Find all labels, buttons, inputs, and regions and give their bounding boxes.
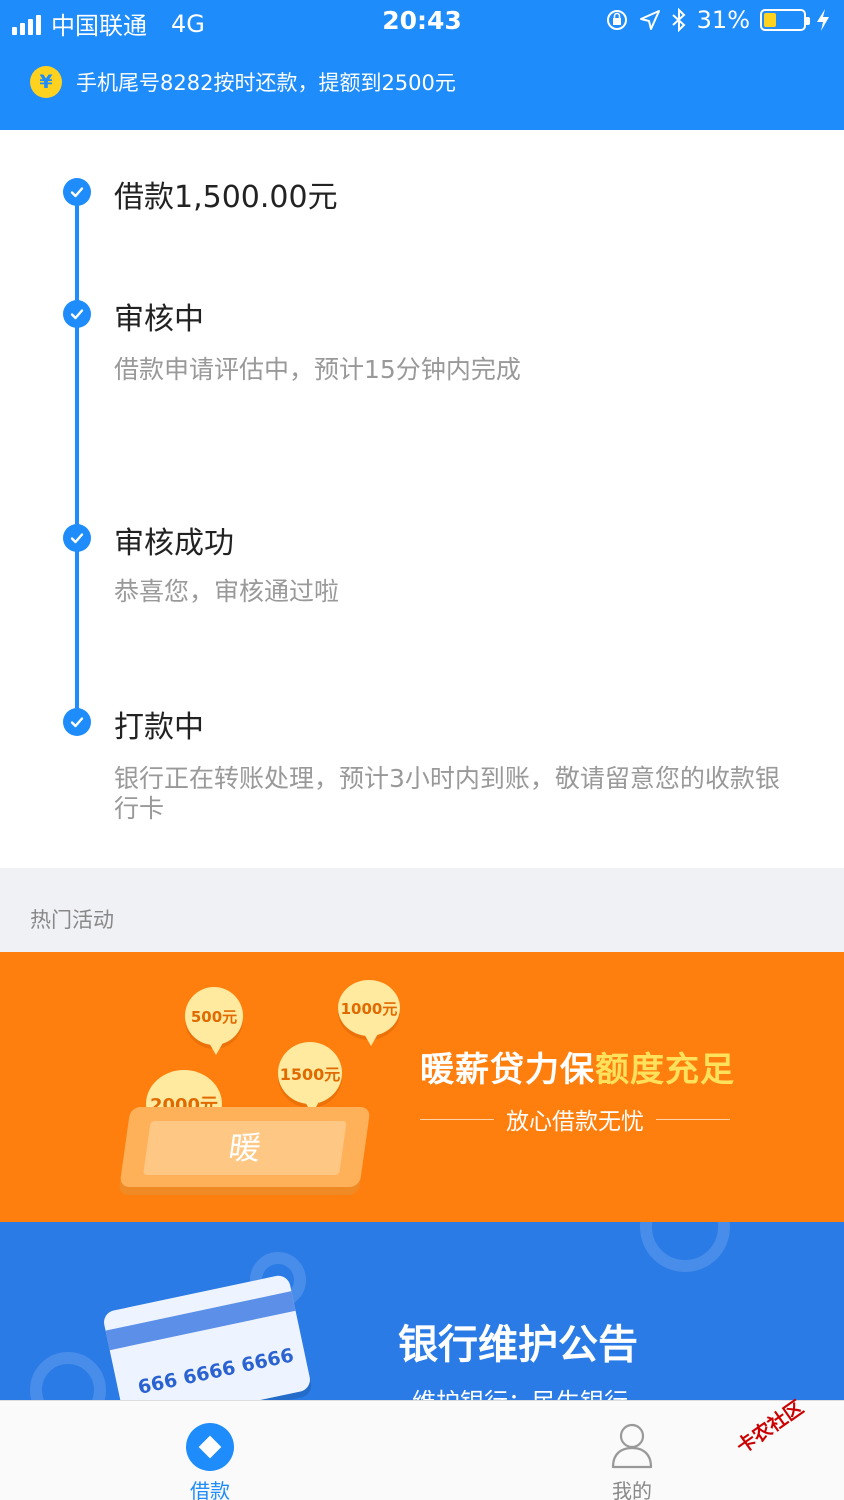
- notice-text: 手机尾号8282按时还款，提额到2500元: [76, 71, 456, 95]
- user-icon: [611, 1423, 653, 1469]
- maintenance-title: 银行维护公告: [398, 1322, 638, 1368]
- loan-icon: [186, 1423, 234, 1471]
- section-title: 热门活动: [30, 908, 114, 932]
- card-strip: [105, 1291, 296, 1351]
- loan-progress-timeline: 借款1,500.00元 审核中 借款申请评估中，预计15分钟内完成 审核成功 恭…: [0, 130, 844, 868]
- promo-subtitle-text: 放心借款无忧: [506, 1109, 644, 1135]
- divider: [420, 1118, 494, 1120]
- promo-subtitle: 放心借款无忧: [420, 1102, 730, 1136]
- status-right: 31%: [605, 6, 830, 34]
- tab-me-label: 我的: [612, 1479, 652, 1500]
- battery-percent: 31%: [696, 6, 750, 34]
- amount-bubble: 500元: [185, 987, 243, 1055]
- step-title: 借款1,500.00元: [114, 180, 338, 215]
- charging-icon: [817, 9, 829, 31]
- amount-bubble: 1000元: [338, 980, 400, 1046]
- divider: [656, 1118, 730, 1120]
- step-title: 审核成功: [114, 526, 234, 561]
- bank-card-illustration: 666 6666 6666: [101, 1273, 313, 1400]
- location-icon: [639, 10, 660, 30]
- promo-title-highlight: 额度充足: [595, 1050, 735, 1090]
- timeline-line: [75, 192, 79, 722]
- tab-loan-label: 借款: [190, 1479, 230, 1500]
- check-icon: [63, 178, 91, 206]
- step-description: 银行正在转账处理，预计3小时内到账，敬请留意您的收款银行卡: [114, 764, 780, 823]
- tablet-illustration: 暖: [119, 1107, 371, 1187]
- yen-icon: ¥: [30, 66, 62, 98]
- promo-title-main: 暖薪贷力保: [420, 1050, 595, 1090]
- maintenance-subtitle: 维护银行：民生银行: [412, 1382, 628, 1400]
- amount-bubble: 1500元: [278, 1042, 342, 1114]
- status-bar: 中国联通 4G 20:43 31%: [0, 0, 844, 44]
- rotation-lock-icon: [606, 10, 627, 30]
- repayment-notice[interactable]: ¥ 手机尾号8282按时还款，提额到2500元: [30, 66, 456, 98]
- check-icon: [63, 300, 91, 328]
- tab-loan[interactable]: 借款: [150, 1401, 270, 1500]
- tablet-screen: 暖: [143, 1121, 347, 1175]
- bluetooth-icon: [671, 8, 686, 32]
- maintenance-banner[interactable]: 666 6666 6666 银行维护公告 维护银行：民生银行: [0, 1222, 844, 1400]
- tab-me[interactable]: 我的: [572, 1401, 692, 1500]
- step-title: 打款中: [114, 710, 204, 745]
- bottom-tab-bar: 借款 我的: [0, 1400, 844, 1500]
- promo-banner[interactable]: 500元 1000元 1500元 2000元 暖 暖薪贷力保额度充足 放心借款无…: [0, 952, 844, 1222]
- check-icon: [63, 524, 91, 552]
- battery-icon: [760, 9, 810, 31]
- gear-icon: [30, 1352, 106, 1400]
- hot-activities-header: 热门活动: [0, 868, 844, 952]
- promo-title: 暖薪贷力保额度充足: [420, 1042, 735, 1091]
- gear-icon: [640, 1222, 730, 1272]
- step-title: 审核中: [114, 302, 204, 337]
- step-description: 恭喜您，审核通过啦: [114, 577, 340, 606]
- check-icon: [63, 708, 91, 736]
- header-bar: 中国联通 4G 20:43 31% ¥ 手机尾号8282按时还款，提额到2500…: [0, 0, 844, 130]
- card-number: 666 6666 6666: [135, 1344, 296, 1399]
- step-description: 借款申请评估中，预计15分钟内完成: [114, 355, 521, 384]
